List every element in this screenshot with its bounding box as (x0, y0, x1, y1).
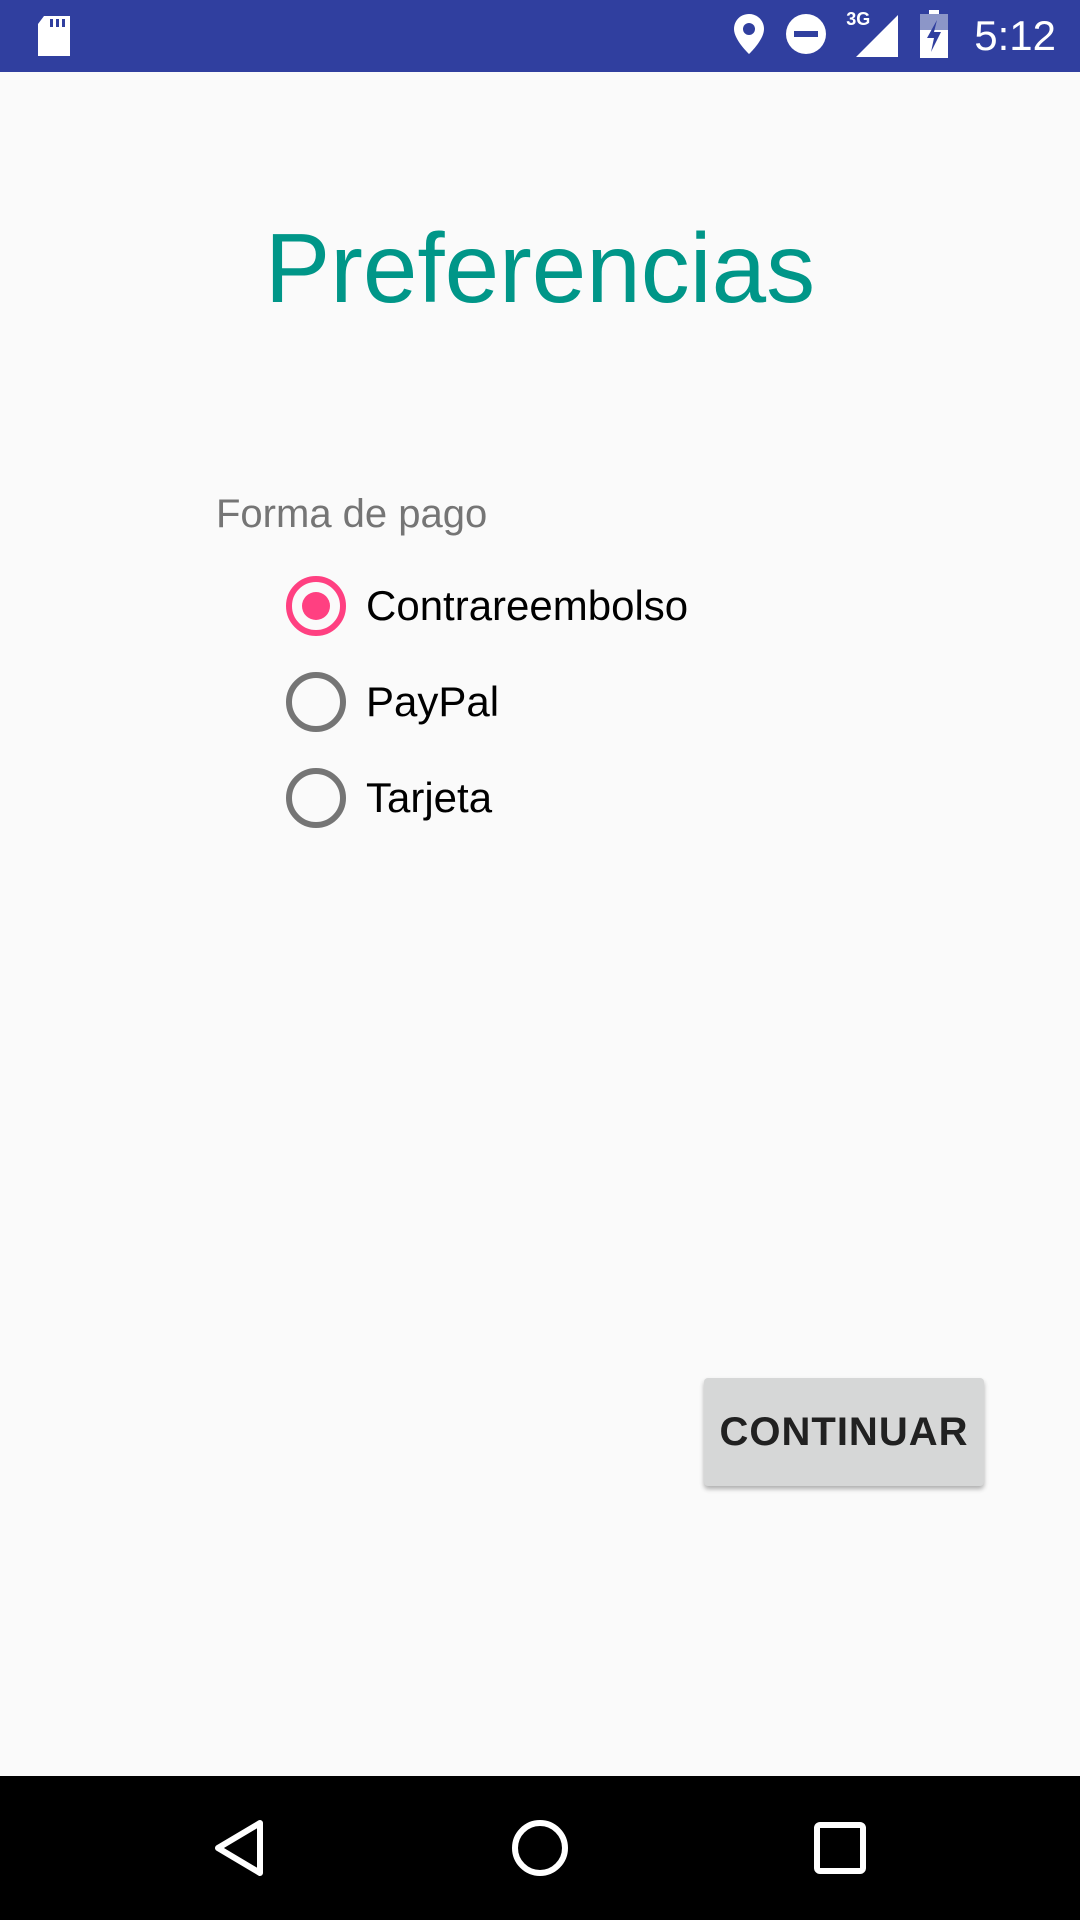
radio-option-tarjeta[interactable]: Tarjeta (286, 750, 688, 846)
preferences-screen: Preferencias Forma de pago Contrareembol… (0, 72, 1080, 1776)
signal-icon: 3G (846, 9, 902, 61)
radio-option-label: PayPal (366, 678, 500, 725)
sd-card-icon (36, 14, 72, 63)
battery-charging-icon (920, 9, 949, 63)
radio-button-unchecked[interactable] (286, 672, 346, 732)
radio-option-label: Contrareembolso (366, 582, 689, 629)
radio-button-unchecked[interactable] (286, 768, 346, 828)
location-icon (732, 12, 766, 61)
home-icon[interactable] (510, 1818, 570, 1878)
recents-icon[interactable] (810, 1818, 870, 1878)
payment-method-radio-group: Contrareembolso PayPal Tarjeta (286, 558, 688, 846)
do-not-disturb-icon (784, 12, 828, 61)
continue-button[interactable]: CONTINUAR (704, 1378, 984, 1486)
radio-option-contrareembolso[interactable]: Contrareembolso (286, 558, 688, 654)
page-title: Preferencias (264, 213, 816, 323)
back-icon[interactable] (210, 1818, 270, 1878)
navigation-bar (0, 1776, 1080, 1920)
radio-option-paypal[interactable]: PayPal (286, 654, 688, 750)
status-bar: 3G 5:12 (0, 0, 1080, 72)
radio-option-label: Tarjeta (366, 774, 493, 821)
payment-method-label: Forma de pago (216, 492, 488, 536)
status-time: 5:12 (974, 12, 1056, 59)
radio-button-checked[interactable] (286, 576, 346, 636)
